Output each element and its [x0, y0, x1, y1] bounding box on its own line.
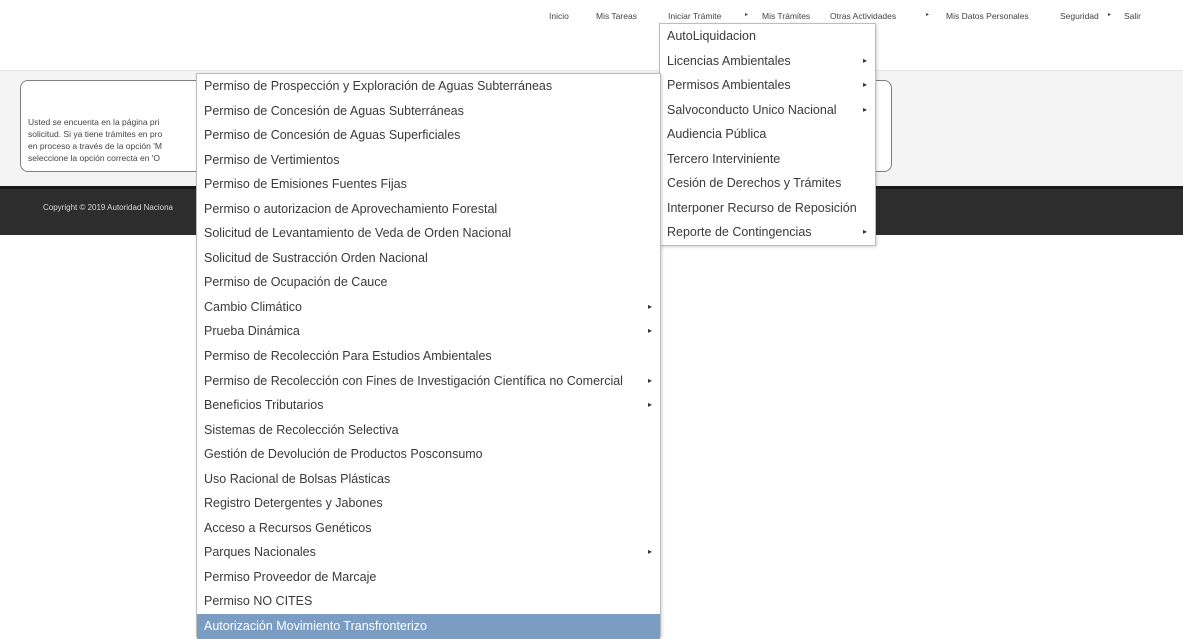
permisos-menu-item[interactable]: Permiso de Concesión de Aguas Superficia… [197, 123, 660, 148]
permisos-menu-item-label: Permiso de Prospección y Exploración de … [204, 79, 553, 93]
tramite-menu-item[interactable]: Audiencia Pública [660, 122, 875, 147]
permisos-menu-item[interactable]: Permiso de Concesión de Aguas Subterráne… [197, 99, 660, 124]
permisos-menu-item[interactable]: Gestión de Devolución de Productos Posco… [197, 442, 660, 467]
permisos-menu-item-label: Permiso de Ocupación de Cauce [204, 275, 388, 290]
permisos-menu-item[interactable]: Permiso de Vertimientos [197, 148, 660, 173]
permisos-menu-item[interactable]: Permiso de Emisiones Fuentes Fijas [197, 172, 660, 197]
tramite-menu-item-label: AutoLiquidacion [667, 29, 756, 43]
permisos-menu-item-label: Gestión de Devolución de Productos Posco… [204, 447, 483, 462]
info-line: en proceso a través de la opción 'M [28, 141, 162, 151]
submenu-arrow-icon: ▸ [862, 80, 867, 90]
tramite-menu-item[interactable]: AutoLiquidacion [660, 24, 875, 49]
submenu-arrow-icon: ▸ [647, 326, 652, 336]
nav-seguridad[interactable]: Seguridad [1060, 11, 1099, 21]
nav-otras-actividades[interactable]: Otras Actividades [830, 11, 896, 21]
permisos-menu-item-label: Parques Nacionales [204, 545, 316, 560]
tramite-menu-item-label: Audiencia Pública [667, 127, 767, 142]
submenu-arrow-icon: ▸ [862, 227, 867, 237]
tramite-menu-item[interactable]: Cesión de Derechos y Trámites [660, 171, 875, 196]
nav-iniciar-tramite-arrow-icon: ▸ [745, 12, 749, 18]
permisos-menu-item[interactable]: Permiso de Ocupación de Cauce [197, 270, 660, 295]
submenu-arrow-icon: ▸ [862, 55, 867, 65]
permisos-menu-item-label: Acceso a Recursos Genéticos [204, 520, 372, 535]
top-navigation: Inicio Mis Tareas Iniciar Trámite ▸ Mis … [0, 0, 1183, 30]
tramite-menu-item[interactable]: Interponer Recurso de Reposición [660, 196, 875, 221]
permisos-ambientales-submenu: Permiso de Prospección y Exploración de … [196, 73, 661, 639]
tramite-menu-item-label: Permisos Ambientales [667, 78, 791, 93]
nav-mis-tramites[interactable]: Mis Trámites [762, 11, 810, 21]
tramite-menu-item-label: Tercero Interviniente [667, 151, 781, 166]
permisos-menu-item-label: Prueba Dinámica [204, 324, 300, 339]
tramite-menu-item-label: Cesión de Derechos y Trámites [667, 176, 842, 191]
tramite-menu-item[interactable]: Salvoconducto Unico Nacional ▸ [660, 98, 875, 123]
copyright-text: Copyright © 2019 Autoridad Naciona [43, 203, 173, 212]
permisos-menu-item-label: Permiso de Recolección Para Estudios Amb… [204, 349, 492, 364]
permisos-menu-item[interactable]: Permiso Proveedor de Marcaje [197, 565, 660, 590]
submenu-arrow-icon: ▸ [647, 301, 652, 311]
submenu-arrow-icon: ▸ [647, 400, 652, 410]
nav-seguridad-arrow-icon: ▸ [1108, 12, 1112, 18]
permisos-menu-item[interactable]: Acceso a Recursos Genéticos [197, 516, 660, 541]
permisos-menu-item-label: Permiso de Vertimientos [204, 152, 340, 167]
permisos-menu-item[interactable]: Permiso de Recolección con Fines de Inve… [197, 369, 660, 394]
permisos-menu-item-label: Permiso de Concesión de Aguas Superficia… [204, 128, 461, 143]
submenu-arrow-icon: ▸ [647, 547, 652, 557]
permisos-menu-item-label: Permiso Proveedor de Marcaje [204, 569, 377, 584]
permisos-menu-item-label: Permiso de Recolección con Fines de Inve… [204, 373, 623, 388]
nav-salir[interactable]: Salir [1124, 11, 1141, 21]
permisos-menu-item[interactable]: Uso Racional de Bolsas Plásticas [197, 467, 660, 492]
permisos-menu-item-label: Uso Racional de Bolsas Plásticas [204, 471, 391, 486]
permisos-menu-item-label: Autorización Movimiento Transfronterizo [204, 619, 428, 634]
permisos-menu-item-label: Sistemas de Recolección Selectiva [204, 422, 399, 437]
permisos-menu-item[interactable]: Permiso de Recolección Para Estudios Amb… [197, 344, 660, 369]
permisos-menu-item[interactable]: Prueba Dinámica ▸ [197, 319, 660, 344]
tramite-menu-item-label: Interponer Recurso de Reposición [667, 200, 857, 215]
tramite-menu-item[interactable]: Reporte de Contingencias ▸ [660, 220, 875, 245]
permisos-menu-item[interactable]: Sistemas de Recolección Selectiva [197, 418, 660, 443]
info-line: Usted se encuenta en la página pri [28, 117, 160, 127]
permisos-menu-item[interactable]: Registro Detergentes y Jabones [197, 491, 660, 516]
nav-otras-actividades-arrow-icon: ▸ [926, 12, 930, 18]
submenu-arrow-icon: ▸ [647, 375, 652, 385]
info-line: seleccione la opción correcta en 'O [28, 153, 161, 163]
permisos-menu-item-label: Cambio Climático [204, 299, 302, 314]
tramite-menu-item-label: Reporte de Contingencias [667, 225, 812, 240]
permisos-menu-item-label: Permiso o autorizacion de Aprovechamient… [204, 201, 498, 216]
info-line: solicitud. Si ya tiene trámites en pro [28, 129, 163, 139]
permisos-menu-item-label: Permiso de Emisiones Fuentes Fijas [204, 177, 407, 192]
tramite-menu-item-label: Salvoconducto Unico Nacional [667, 102, 837, 117]
permisos-menu-item-label: Registro Detergentes y Jabones [204, 496, 383, 511]
permisos-menu-item[interactable]: Permiso NO CITES [197, 589, 660, 614]
permisos-menu-item[interactable]: Permiso o autorizacion de Aprovechamient… [197, 197, 660, 222]
iniciar-tramite-menu: AutoLiquidacion Licencias Ambientales ▸ Per… [659, 23, 876, 246]
nav-mis-tareas[interactable]: Mis Tareas [596, 11, 637, 21]
nav-iniciar-tramite[interactable]: Iniciar Trámite [668, 11, 721, 21]
permisos-menu-item-label: Solicitud de Levantamiento de Veda de Or… [204, 226, 512, 241]
submenu-arrow-icon: ▸ [862, 104, 867, 114]
permisos-menu-item-label: Beneficios Tributarios [204, 398, 324, 413]
tramite-menu-item[interactable]: Tercero Interviniente [660, 147, 875, 172]
tramite-menu-item[interactable]: Licencias Ambientales ▸ [660, 49, 875, 74]
permisos-menu-item[interactable]: Permiso de Prospección y Exploración de … [197, 74, 660, 99]
nav-inicio[interactable]: Inicio [549, 11, 569, 21]
tramite-menu-item[interactable]: Permisos Ambientales ▸ [660, 73, 875, 98]
permisos-menu-item[interactable]: Beneficios Tributarios ▸ [197, 393, 660, 418]
permisos-menu-item-label: Permiso de Concesión de Aguas Subterráne… [204, 103, 464, 118]
permisos-menu-item[interactable]: Parques Nacionales ▸ [197, 540, 660, 565]
permisos-menu-item[interactable]: Solicitud de Sustracción Orden Nacional [197, 246, 660, 271]
tramite-menu-item-label: Licencias Ambientales [667, 53, 791, 68]
permisos-menu-item-label: Solicitud de Sustracción Orden Nacional [204, 250, 428, 265]
permisos-menu-item[interactable]: Cambio Climático ▸ [197, 295, 660, 320]
permisos-menu-item[interactable]: Solicitud de Levantamiento de Veda de Or… [197, 221, 660, 246]
permisos-menu-item[interactable]: Autorización Movimiento Transfronterizo [197, 614, 660, 639]
nav-mis-datos-personales[interactable]: Mis Datos Personales [946, 11, 1029, 21]
permisos-menu-item-label: Permiso NO CITES [204, 594, 313, 609]
